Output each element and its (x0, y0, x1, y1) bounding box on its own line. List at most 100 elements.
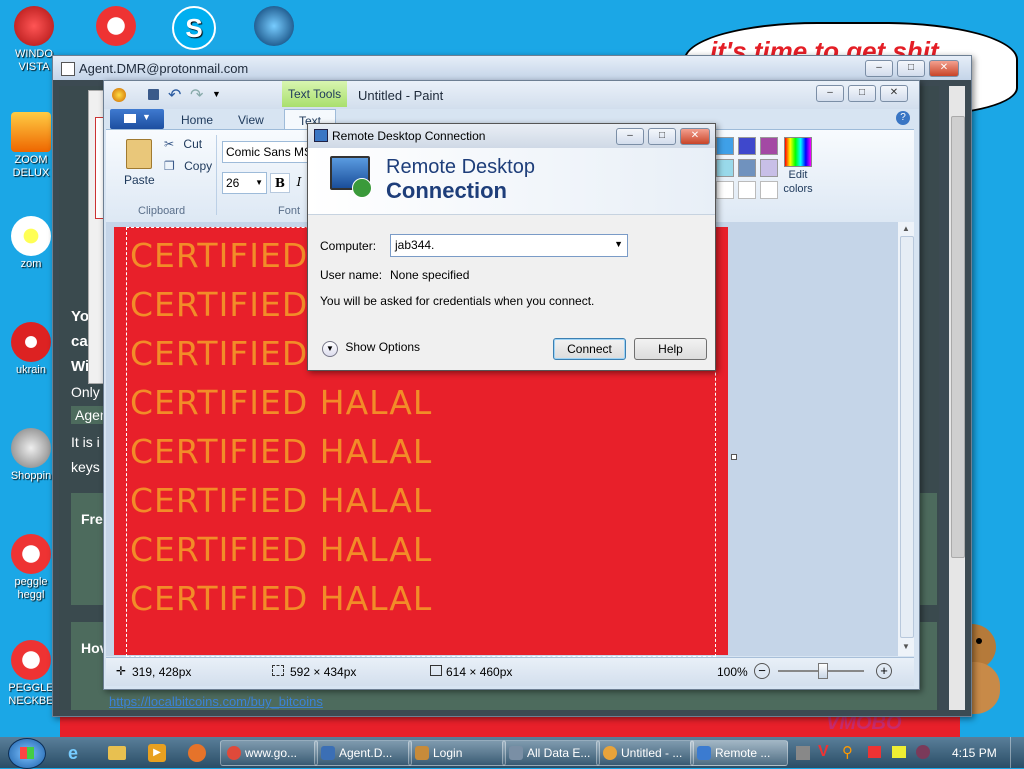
taskbar-item-paint[interactable]: Untitled - ... (596, 740, 694, 766)
tray-notes-icon[interactable] (892, 746, 906, 758)
taskbar-item-chrome[interactable]: www.go... (220, 740, 318, 766)
canvas-resize-handle[interactable] (731, 454, 737, 460)
page-icon (61, 62, 75, 76)
paint-icon (603, 746, 617, 760)
desktop-icon-shopping[interactable]: Shoppin (4, 428, 58, 483)
font-size-select[interactable]: 26 ▼ (222, 172, 267, 194)
folder-icon[interactable] (108, 746, 126, 760)
desktop-icon-skype[interactable]: S (166, 6, 222, 52)
taskbar-item-login[interactable]: Login (408, 740, 506, 766)
rdc-header-line1: Remote Desktop (386, 156, 535, 178)
paint-close-button[interactable]: ✕ (880, 85, 908, 102)
tray-speaker-icon[interactable] (916, 745, 930, 759)
desktop-icon-browser[interactable] (246, 6, 302, 48)
remote-desktop-icon (697, 746, 711, 760)
chevron-down-icon: ▼ (255, 178, 263, 187)
browser-title: Agent.DMR@protonmail.com (79, 61, 249, 76)
paint-titlebar[interactable]: ↶ ↷ ▼ Text Tools Untitled - Paint – □ ✕ (104, 81, 919, 109)
browser-text-6: It is i (71, 434, 100, 450)
start-button[interactable] (8, 738, 46, 769)
desktop-icon-peggle[interactable]: peggle heggl (4, 534, 58, 602)
help-icon[interactable]: ? (896, 111, 910, 125)
clipboard-icon (126, 139, 152, 169)
rdc-titlebar[interactable]: Remote Desktop Connection – □ ✕ (308, 124, 715, 148)
help-button[interactable]: Help (634, 338, 707, 360)
globe-icon (254, 6, 294, 46)
paint-minimize-button[interactable]: – (816, 85, 844, 102)
paint-menu-button[interactable]: ▼ (110, 109, 164, 129)
browser-close-button[interactable]: ✕ (929, 60, 959, 77)
computer-input[interactable]: jab344. (395, 238, 434, 252)
canvas-text-line-5: CERTIFIED HALAL (130, 432, 433, 471)
desktop-icon-zom[interactable]: zom (4, 216, 58, 271)
canvas-text-line-7: CERTIFIED HALAL (130, 530, 433, 569)
italic-button[interactable]: I (292, 173, 306, 191)
bowl-icon (14, 6, 54, 46)
canvas-text-line-3: CERTIFIED (130, 334, 309, 373)
connect-button[interactable]: Connect (553, 338, 626, 360)
paste-button[interactable]: Paste (118, 137, 158, 189)
user-icon (415, 746, 429, 760)
tray-v-icon[interactable]: V (818, 743, 829, 761)
taskbar-clock[interactable]: 4:15 PM (952, 746, 997, 760)
undo-icon[interactable]: ↶ (168, 85, 181, 105)
tab-view[interactable]: View (238, 113, 264, 127)
browser-minimize-button[interactable]: – (865, 60, 893, 77)
paint-maximize-button[interactable]: □ (848, 85, 876, 102)
taskbar-item-all-data[interactable]: All Data E... (502, 740, 600, 766)
font-family-select[interactable]: Comic Sans MS (222, 141, 311, 163)
zoom-in-button[interactable]: + (876, 663, 892, 679)
tray-network-icon[interactable] (796, 746, 810, 760)
redo-icon[interactable]: ↷ (190, 85, 203, 105)
desktop-icon-peggle-top[interactable] (88, 6, 144, 48)
color-palette[interactable] (716, 137, 778, 199)
tab-home[interactable]: Home (181, 113, 213, 127)
canvas-text-line-2: CERTIFIED (130, 285, 309, 324)
browser-titlebar[interactable]: Agent.DMR@protonmail.com – □ ✕ (53, 56, 971, 80)
zoom-slider[interactable] (778, 663, 864, 679)
app-icon[interactable] (188, 744, 206, 762)
browser-link[interactable]: https://localbitcoins.com/buy_bitcoins (109, 694, 323, 709)
bold-button[interactable]: B (270, 173, 290, 193)
rdc-dialog: Remote Desktop Connection – □ ✕ Remote D… (307, 123, 716, 371)
edit-colors-button[interactable]: Edit colors (778, 137, 818, 201)
browser-maximize-button[interactable]: □ (897, 60, 925, 77)
tray-search-icon[interactable]: ⚲ (842, 743, 853, 761)
zoom-out-button[interactable]: − (754, 663, 770, 679)
copy-button[interactable]: ❐ Copy (164, 159, 212, 173)
windows-logo-icon (20, 747, 34, 759)
canvas-text-line-4: CERTIFIED HALAL (130, 383, 433, 422)
browser-scrollbar[interactable] (949, 86, 965, 710)
computer-label: Computer: (320, 239, 377, 253)
show-desktop-button[interactable] (1010, 737, 1024, 768)
flower-icon (11, 216, 51, 256)
cursor-position-icon: ✛ (116, 664, 127, 678)
zoom-slider-thumb[interactable] (818, 663, 828, 679)
computer-combobox[interactable]: jab344. ▼ (390, 234, 628, 257)
desktop-icon-peggle-neckbeard[interactable]: PEGGLE NECKBE (4, 640, 58, 708)
tray-flag-icon[interactable] (868, 746, 881, 758)
canvas-text-line-1: CERTIFIED (130, 236, 309, 275)
cursor-position: 319, 428px (132, 665, 192, 679)
ie-icon[interactable]: e (68, 744, 86, 762)
save-icon[interactable] (148, 89, 159, 100)
media-player-icon[interactable]: ▶ (148, 744, 166, 762)
clipboard-group-label: Clipboard (138, 205, 186, 217)
rdc-close-button[interactable]: ✕ (680, 128, 710, 145)
taskbar-item-remote[interactable]: Remote ... (690, 740, 788, 766)
desktop-icon-ukraine[interactable]: ukrain (4, 322, 58, 377)
font-group-label: Font (278, 205, 301, 217)
browser-text-3: Wi (71, 358, 90, 375)
cut-button[interactable]: ✂ Cut (164, 137, 202, 151)
paint-vertical-scrollbar[interactable]: ▲ ▼ (898, 222, 914, 656)
rdc-maximize-button[interactable]: □ (648, 128, 676, 145)
rdc-arrows-icon (352, 178, 372, 198)
peggle-icon (96, 6, 136, 46)
desktop-icon-zoom-deluxe[interactable]: ZOOM DELUX (4, 112, 58, 180)
rdc-minimize-button[interactable]: – (616, 128, 644, 145)
quick-access-dropdown-icon[interactable]: ▼ (212, 89, 221, 99)
paint-status-bar: ✛ 319, 428px 592 × 434px 614 × 460px 100… (106, 657, 914, 686)
chevron-down-icon[interactable]: ▼ (614, 239, 623, 249)
taskbar-item-agent[interactable]: Agent.D... (314, 740, 412, 766)
show-options-button[interactable]: ▼ Show Options (322, 340, 420, 357)
